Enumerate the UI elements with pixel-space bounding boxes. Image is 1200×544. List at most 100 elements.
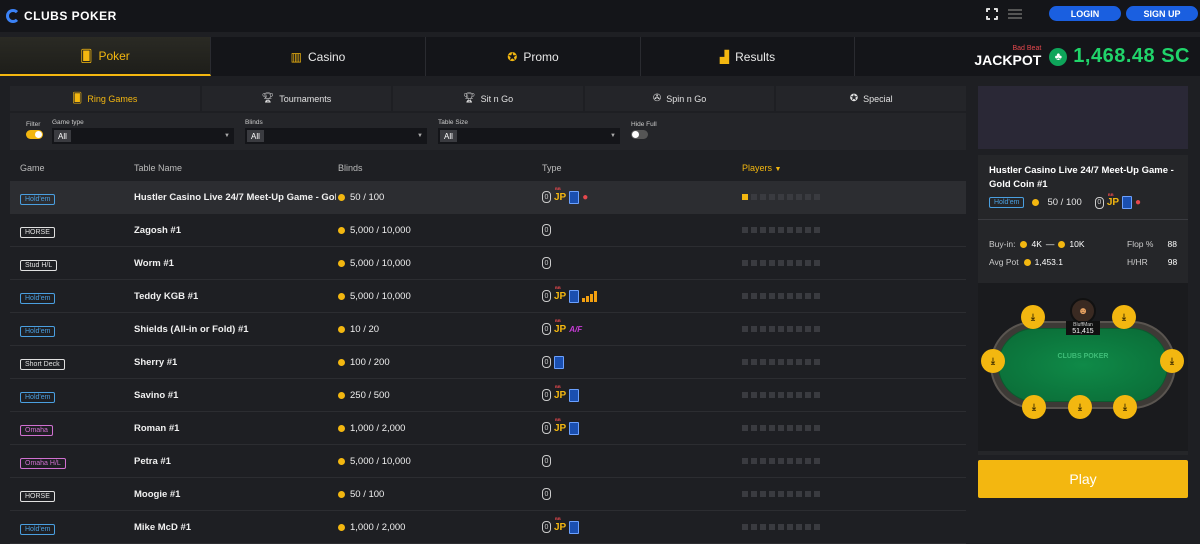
subtab-sit-n-go[interactable]: 🏆︎ Sit n Go bbox=[393, 86, 585, 111]
col-table-name[interactable]: Table Name bbox=[134, 163, 336, 173]
table-row[interactable]: Hold'em Hustler Casino Live 24/7 Meet-Up … bbox=[10, 181, 966, 214]
game-type-select[interactable]: All ▼ bbox=[52, 128, 234, 144]
blinds-value: 10 / 20 bbox=[350, 323, 380, 335]
subtab-special[interactable]: ✪ Special bbox=[776, 86, 966, 111]
players-indicator bbox=[740, 491, 820, 497]
filter-bar: Filter Game type All ▼ Blinds All ▼ Table … bbox=[10, 113, 966, 150]
buyin-stat: Buy-in: 4K — 10K bbox=[989, 239, 1085, 249]
seat-indicator bbox=[814, 425, 820, 431]
seat-indicator bbox=[778, 194, 784, 200]
fullscreen-icon[interactable] bbox=[985, 7, 999, 21]
tab-promo[interactable]: ✪ Promo bbox=[426, 37, 641, 76]
seat-indicator bbox=[787, 359, 793, 365]
table-size-select[interactable]: All ▼ bbox=[438, 128, 620, 144]
type-icons: 0 bbox=[539, 224, 740, 236]
seat-button[interactable]: ⤓ bbox=[1068, 395, 1092, 419]
subtab-ring-games[interactable]: 🂠 Ring Games bbox=[10, 86, 202, 111]
table-row[interactable]: Hold'em Shields (All-in or Fold) #1 10 / 2… bbox=[10, 313, 966, 346]
menu-icon[interactable] bbox=[1008, 9, 1022, 19]
table-row[interactable]: Hold'em Savino #1 250 / 500 0JP bbox=[10, 379, 966, 412]
seat-button[interactable]: ⤓ bbox=[1113, 395, 1137, 419]
sit-icon: ⤓ bbox=[1123, 401, 1127, 412]
seat-indicator bbox=[769, 524, 775, 530]
seat-indicator bbox=[742, 458, 748, 464]
col-blinds[interactable]: Blinds bbox=[336, 163, 539, 173]
blinds-select[interactable]: All ▼ bbox=[245, 128, 427, 144]
seat-indicator bbox=[760, 293, 766, 299]
col-players[interactable]: Players ▼ bbox=[740, 163, 781, 173]
col-type[interactable]: Type bbox=[539, 163, 740, 173]
seat-indicator bbox=[796, 194, 802, 200]
sit-icon: ⤓ bbox=[991, 355, 995, 366]
subtab-spin-n-go[interactable]: ✇ Spin n Go bbox=[585, 86, 777, 111]
seat-indicator bbox=[796, 326, 802, 332]
game-badge: Stud H/L bbox=[20, 260, 58, 271]
filter-toggle[interactable] bbox=[26, 130, 43, 139]
game-type-filter: Game type All ▼ bbox=[52, 119, 234, 144]
gold-coin-icon bbox=[1023, 258, 1031, 266]
seat-indicator bbox=[787, 227, 793, 233]
play-button[interactable]: Play bbox=[978, 460, 1188, 498]
seat-button[interactable]: ⤓ bbox=[1021, 305, 1045, 329]
seat-button[interactable]: ⤓ bbox=[1112, 305, 1136, 329]
gold-coin-icon bbox=[338, 490, 345, 498]
subtab-label: Ring Games bbox=[87, 93, 138, 104]
zero-rake-icon: 0 bbox=[542, 488, 551, 500]
players-indicator bbox=[740, 458, 820, 464]
brand-logo[interactable]: CLUBS POKER bbox=[6, 9, 117, 23]
table-row[interactable]: Omaha H/L Petra #1 5,000 / 10,000 0 bbox=[10, 445, 966, 478]
players-indicator bbox=[740, 260, 820, 266]
seat-indicator bbox=[751, 293, 757, 299]
subtab-label: Special bbox=[863, 93, 893, 104]
seat-indicator bbox=[805, 524, 811, 530]
seat-indicator bbox=[769, 260, 775, 266]
seat-indicator bbox=[778, 326, 784, 332]
table-name: Petra #1 bbox=[134, 455, 171, 467]
seat-indicator bbox=[814, 260, 820, 266]
brand-name: CLUBS POKER bbox=[24, 9, 117, 23]
tab-label: Promo bbox=[523, 49, 559, 64]
card-icon bbox=[569, 289, 580, 303]
tab-results[interactable]: ▟ Results bbox=[641, 37, 855, 76]
gold-coin-icon bbox=[338, 292, 345, 300]
seat-indicator bbox=[751, 326, 757, 332]
table-row[interactable]: Hold'em Teddy KGB #1 5,000 / 10,000 0JP bbox=[10, 280, 966, 313]
tab-poker[interactable]: 🂠 Poker bbox=[0, 37, 211, 76]
table-row[interactable]: HORSE Moogie #1 50 / 100 0 bbox=[10, 478, 966, 511]
gold-coin-icon bbox=[338, 259, 345, 267]
seat-indicator bbox=[778, 392, 784, 398]
seat-indicator bbox=[805, 491, 811, 497]
table-row[interactable]: Omaha Roman #1 1,000 / 2,000 0JP bbox=[10, 412, 966, 445]
seat-indicator bbox=[778, 359, 784, 365]
subtab-tournaments[interactable]: 🏆︎ Tournaments bbox=[202, 86, 394, 111]
tab-casino[interactable]: ▥ Casino bbox=[211, 37, 426, 76]
table-row[interactable]: HORSE Zagosh #1 5,000 / 10,000 0 bbox=[10, 214, 966, 247]
seat-button[interactable]: ⤓ bbox=[1022, 395, 1046, 419]
seat-indicator bbox=[787, 392, 793, 398]
table-row[interactable]: Hold'em Mike McD #1 1,000 / 2,000 0JP bbox=[10, 511, 966, 544]
main-nav: 🂠 Poker ▥ Casino ✪ Promo ▟ Results Bad B… bbox=[0, 37, 1200, 76]
jackpot-banner[interactable]: Bad Beat JACKPOT ♣ 1,468.48 SC bbox=[855, 37, 1200, 76]
signup-button[interactable]: SIGN UP bbox=[1126, 6, 1198, 21]
select-value: All bbox=[440, 130, 457, 142]
seat-indicator bbox=[787, 524, 793, 530]
seat-button[interactable]: ⤓ bbox=[981, 349, 1005, 373]
cards-icon: 🂠 bbox=[72, 93, 83, 104]
seat-indicator bbox=[814, 491, 820, 497]
trophy-icon: 🏆︎ bbox=[462, 93, 476, 104]
jackpot-label: JACKPOT bbox=[974, 52, 1042, 68]
seat-button[interactable]: ⤓ bbox=[1160, 349, 1184, 373]
type-icons: 0 bbox=[539, 455, 740, 467]
table-size-label: Table Size bbox=[438, 119, 468, 126]
col-game[interactable]: Game bbox=[10, 163, 134, 173]
table-row[interactable]: Short Deck Sherry #1 100 / 200 0 bbox=[10, 346, 966, 379]
card-icon bbox=[569, 190, 580, 204]
seat-indicator bbox=[787, 260, 793, 266]
hide-full-toggle[interactable] bbox=[631, 130, 648, 139]
login-button[interactable]: LOGIN bbox=[1049, 6, 1121, 21]
seat-indicator bbox=[796, 293, 802, 299]
seat-indicator bbox=[805, 227, 811, 233]
seat-indicator bbox=[778, 293, 784, 299]
table-name: Zagosh #1 bbox=[134, 224, 181, 236]
table-row[interactable]: Stud H/L Worm #1 5,000 / 10,000 0 bbox=[10, 247, 966, 280]
